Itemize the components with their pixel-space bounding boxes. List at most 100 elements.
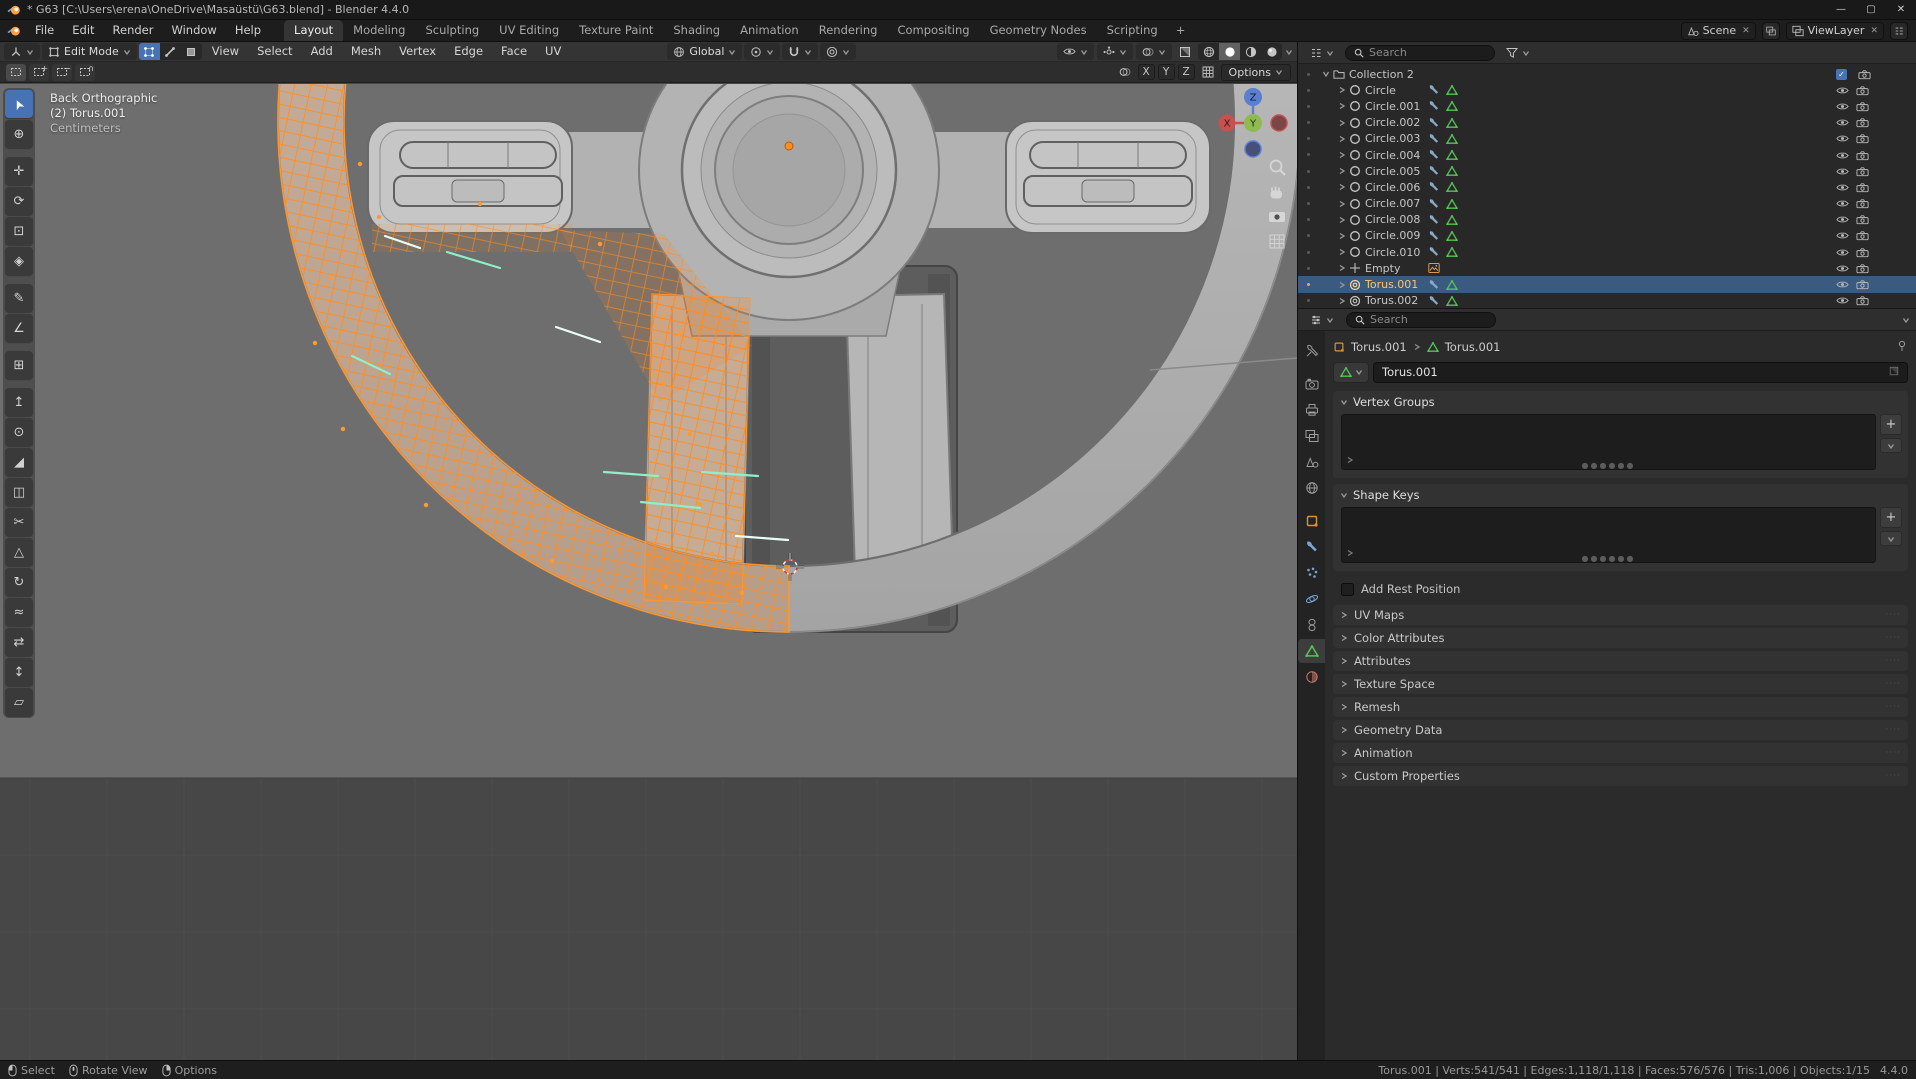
hide-eye-icon[interactable] <box>1836 181 1849 194</box>
scene-unlink-icon[interactable]: ✕ <box>1740 26 1750 36</box>
mesh-data-icon[interactable] <box>1446 279 1458 291</box>
workspace-tab-geometry-nodes[interactable]: Geometry Nodes <box>980 20 1097 41</box>
mesh-data-icon[interactable] <box>1446 84 1458 96</box>
tab-material[interactable] <box>1298 665 1325 689</box>
outliner-row-circle-007[interactable]: Circle.007 <box>1298 196 1916 212</box>
hide-eye-icon[interactable] <box>1836 278 1849 291</box>
menu-edit[interactable]: Edit <box>63 20 103 41</box>
render-camera-icon[interactable] <box>1858 68 1871 81</box>
mirror-x-toggle[interactable]: X <box>1137 64 1155 80</box>
vertex-select-toggle[interactable] <box>138 43 160 60</box>
tool-extrude-region[interactable]: ↥ <box>5 388 33 416</box>
shape-keys-list[interactable]: ●●●●●● <box>1341 507 1876 563</box>
gizmo-z-negative[interactable] <box>1244 140 1262 158</box>
select-extend-mode-button[interactable]: + <box>29 63 49 81</box>
hide-eye-icon[interactable] <box>1836 294 1849 307</box>
view-layer-selector[interactable]: ViewLayer ✕ <box>1785 21 1884 40</box>
tab-physics[interactable] <box>1298 587 1325 611</box>
disclosure-icon[interactable] <box>1322 70 1330 78</box>
disclosure-icon[interactable] <box>1338 216 1346 224</box>
blender-menu-icon[interactable] <box>6 24 22 38</box>
attributes-panel-header[interactable]: Attributes ···· <box>1333 651 1908 671</box>
geometry-data-panel-header[interactable]: Geometry Data ···· <box>1333 720 1908 740</box>
disclosure-icon[interactable] <box>1338 297 1346 305</box>
pin-icon[interactable] <box>1896 340 1908 355</box>
tool-tweak-select[interactable]: ➤ <box>5 90 33 118</box>
workspace-tab-sculpting[interactable]: Sculpting <box>415 20 489 41</box>
add-workspace-button[interactable]: + <box>1168 20 1194 41</box>
workspace-tab-animation[interactable]: Animation <box>730 20 809 41</box>
menu-mesh[interactable]: Mesh <box>343 42 389 61</box>
panel-grip-icon[interactable]: ···· <box>1886 633 1901 643</box>
viewport-canvas[interactable]: Z X Y Back Orthographic (2) Torus.001 Ce… <box>0 84 1297 1060</box>
hide-eye-icon[interactable] <box>1836 84 1849 97</box>
modifier-wrench-icon[interactable] <box>1428 84 1440 96</box>
tab-constraints[interactable] <box>1298 613 1325 637</box>
menu-window[interactable]: Window <box>162 20 225 41</box>
fake-user-icon[interactable] <box>1889 365 1899 379</box>
modifier-wrench-icon[interactable] <box>1428 165 1440 177</box>
tab-tool[interactable] <box>1298 339 1325 363</box>
menu-select[interactable]: Select <box>249 42 300 61</box>
workspace-tab-texture-paint[interactable]: Texture Paint <box>569 20 663 41</box>
menu-uv[interactable]: UV <box>537 42 569 61</box>
overlays-dropdown[interactable] <box>1136 43 1172 60</box>
hide-eye-icon[interactable] <box>1836 197 1849 210</box>
tab-render[interactable] <box>1298 372 1325 396</box>
mesh-data-icon[interactable] <box>1446 133 1458 145</box>
maximize-button[interactable]: ▢ <box>1856 0 1886 19</box>
select-set-mode-button[interactable] <box>6 63 26 81</box>
mesh-name-field[interactable]: Torus.001 <box>1373 361 1908 383</box>
snap-grid-icon[interactable] <box>1198 64 1218 81</box>
disclosure-icon[interactable] <box>1338 200 1346 208</box>
tool-loop-cut[interactable]: ◫ <box>5 478 33 506</box>
modifier-wrench-icon[interactable] <box>1428 279 1440 291</box>
tab-particles[interactable] <box>1298 561 1325 585</box>
tool-annotate[interactable]: ✎ <box>5 284 33 312</box>
tool-spin[interactable]: ↻ <box>5 568 33 596</box>
workspace-tab-rendering[interactable]: Rendering <box>809 20 888 41</box>
mesh-data-icon[interactable] <box>1446 100 1458 112</box>
custom-properties-panel-header[interactable]: Custom Properties ···· <box>1333 766 1908 786</box>
outliner-row-torus-002[interactable]: Torus.002 <box>1298 293 1916 308</box>
shading-rendered-toggle[interactable] <box>1261 43 1282 60</box>
remesh-panel-header[interactable]: Remesh ···· <box>1333 697 1908 717</box>
render-camera-icon[interactable] <box>1856 262 1869 275</box>
outliner-row-collection-2[interactable]: Collection 2 ✓ <box>1298 66 1916 82</box>
resize-grip[interactable]: ●●●●●● <box>1582 554 1636 563</box>
mesh-data-icon[interactable] <box>1446 165 1458 177</box>
outliner-row-circle-010[interactable]: Circle.010 <box>1298 244 1916 260</box>
tab-object[interactable] <box>1298 509 1325 533</box>
disclosure-icon[interactable] <box>1338 248 1346 256</box>
shading-solid-toggle[interactable] <box>1219 43 1240 60</box>
outliner-display-mode-dropdown[interactable] <box>1304 44 1340 61</box>
vertex-groups-list[interactable]: ●●●●●● <box>1341 414 1876 470</box>
render-camera-icon[interactable] <box>1856 84 1869 97</box>
tool-measure[interactable]: ∠ <box>5 314 33 342</box>
resize-grip[interactable]: ●●●●●● <box>1582 461 1636 470</box>
properties-search-input[interactable]: Search <box>1346 311 1496 328</box>
specials-icon[interactable] <box>1346 453 1354 467</box>
editor-type-dropdown[interactable] <box>4 43 40 60</box>
mesh-data-icon[interactable] <box>1446 246 1458 258</box>
disclosure-icon[interactable] <box>1338 119 1346 127</box>
disclosure-icon[interactable] <box>1338 167 1346 175</box>
mirror-z-toggle[interactable]: Z <box>1177 64 1195 80</box>
hide-eye-icon[interactable] <box>1836 165 1849 178</box>
shading-dropdown-icon[interactable] <box>1285 48 1293 56</box>
workspace-tab-scripting[interactable]: Scripting <box>1097 20 1168 41</box>
workspace-tab-uv-editing[interactable]: UV Editing <box>489 20 569 41</box>
properties-editor-dropdown[interactable] <box>1304 311 1340 328</box>
outliner-row-empty[interactable]: Empty <box>1298 260 1916 276</box>
tab-modifiers[interactable] <box>1298 535 1325 559</box>
camera-view-icon[interactable] <box>1269 212 1285 222</box>
outliner-row-circle-002[interactable]: Circle.002 <box>1298 115 1916 131</box>
mirror-y-toggle[interactable]: Y <box>1157 64 1175 80</box>
render-camera-icon[interactable] <box>1856 246 1869 259</box>
tool-edge-slide[interactable]: ⇄ <box>5 628 33 656</box>
tool-scale[interactable]: ⊡ <box>5 217 33 245</box>
menu-edge[interactable]: Edge <box>446 42 491 61</box>
tool-smooth[interactable]: ≈ <box>5 598 33 626</box>
disclosure-icon[interactable] <box>1338 183 1346 191</box>
modifier-wrench-icon[interactable] <box>1428 198 1440 210</box>
